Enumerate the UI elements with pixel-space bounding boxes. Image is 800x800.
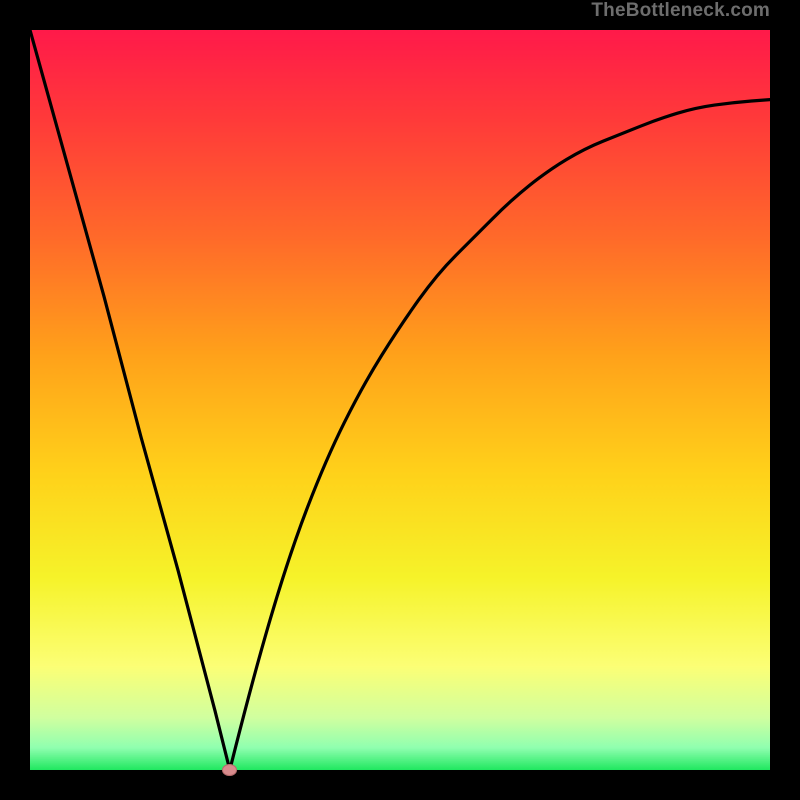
chart-container: TheBottleneck.com — [0, 0, 800, 800]
bottleneck-marker — [222, 764, 237, 776]
watermark-label: TheBottleneck.com — [591, 0, 770, 22]
chart-gradient-background — [30, 30, 770, 770]
